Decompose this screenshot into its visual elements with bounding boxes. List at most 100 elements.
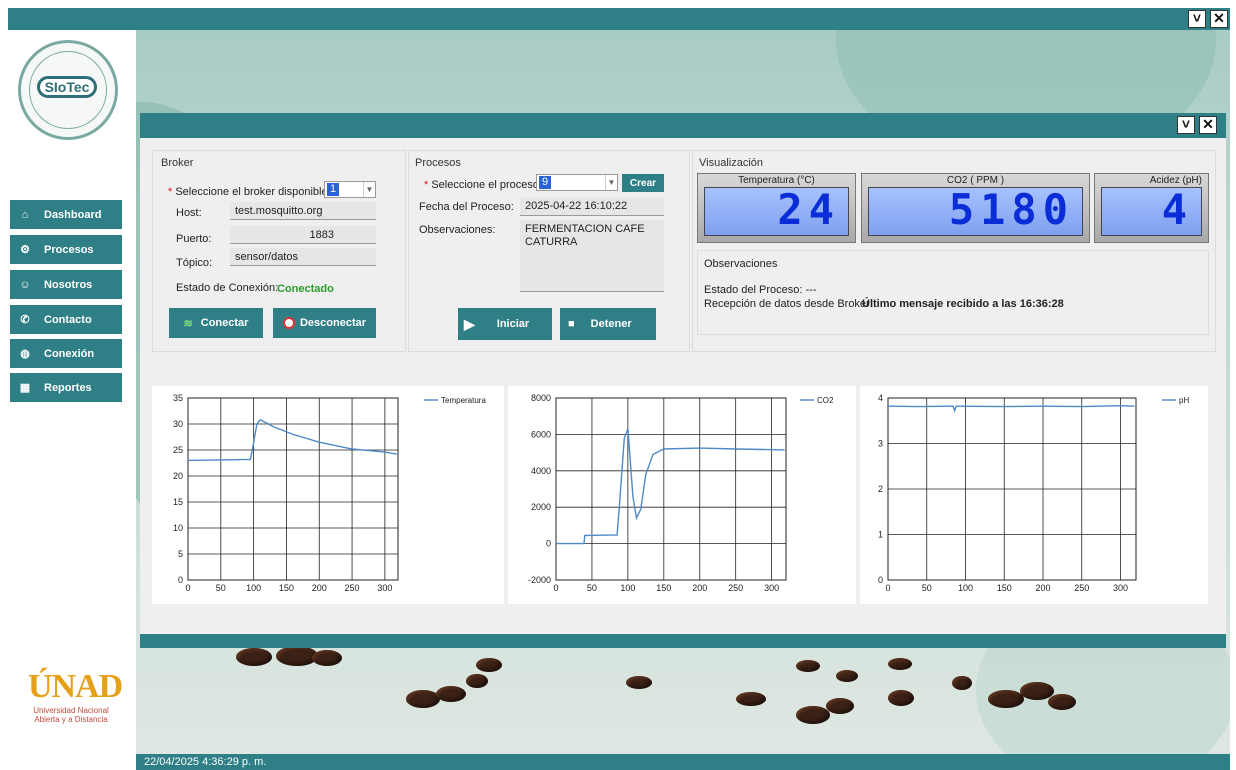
process-select-label: * Seleccione el proceso: (424, 179, 543, 191)
x-tick-label: 100 (958, 583, 973, 593)
process-state-label: Estado del Proceso: --- (704, 284, 817, 296)
wifi-icon: ≋ (183, 317, 193, 330)
siotec-logo-text: SIoTec (37, 76, 97, 98)
y-tick-label: 25 (173, 445, 183, 455)
topic-label: Tópico: (176, 257, 213, 269)
inner-minimize-button[interactable]: ˅ (1177, 116, 1195, 134)
status-bar: 22/04/2025 4:36:29 p. m. (136, 754, 1230, 770)
disconnect-button[interactable]: Desconectar (273, 308, 376, 338)
x-tick-label: 250 (1074, 583, 1089, 593)
users-icon: ☺ (19, 278, 31, 291)
close-icon: ✕ (1213, 10, 1225, 26)
series-line (187, 418, 397, 462)
process-window-footer (140, 634, 1226, 648)
y-tick-label: 5 (178, 549, 183, 559)
stop-icon: ■ (568, 318, 575, 330)
x-tick-label: 150 (656, 583, 671, 593)
close-icon: ✕ (1202, 116, 1214, 132)
y-tick-label: 1 (878, 530, 883, 540)
y-tick-label: 30 (173, 419, 183, 429)
ph-gauge-value: 4 (1101, 187, 1202, 236)
co2-gauge-value: 5180 (868, 187, 1083, 236)
broker-select[interactable]: 1 ▼ (324, 181, 376, 198)
y-tick-label: 20 (173, 471, 183, 481)
x-tick-label: 0 (885, 583, 890, 593)
y-tick-label: 6000 (531, 429, 551, 439)
connection-state-label: Estado de Conexión: (176, 282, 279, 294)
process-window-title-bar: ˅ ✕ (140, 113, 1226, 138)
x-tick-label: 150 (279, 583, 294, 593)
nav-contacto[interactable]: ✆ Contacto (10, 305, 122, 334)
temperature-gauge-value: 24 (704, 187, 849, 236)
process-date-field[interactable]: 2025-04-22 16:10:22 (520, 197, 664, 216)
topic-field[interactable]: sensor/datos (230, 248, 376, 266)
connection-state-value: Conectado (277, 283, 334, 295)
y-tick-label: 15 (173, 497, 183, 507)
x-tick-label: 150 (997, 583, 1012, 593)
x-tick-label: 250 (345, 583, 360, 593)
visualization-title: Visualización (699, 157, 764, 169)
x-tick-label: 50 (587, 583, 597, 593)
nav-nosotros[interactable]: ☺ Nosotros (10, 270, 122, 299)
port-field[interactable]: 1883 (230, 226, 376, 244)
temperature-gauge: Temperatura (°C) 24 (697, 173, 856, 243)
ph-gauge: Acidez (pH) 4 (1094, 173, 1209, 243)
x-tick-label: 300 (764, 583, 779, 593)
y-tick-label: 3 (878, 439, 883, 449)
co2-chart-svg: 0 50 100 150 200 250 300-200002000400060008000… (528, 393, 834, 593)
x-tick-label: 50 (922, 583, 932, 593)
stop-button[interactable]: ■ Detener (560, 308, 656, 340)
play-icon: ▶ (464, 315, 475, 332)
chevron-down-icon: ˅ (1181, 116, 1191, 132)
co2-gauge: CO2 ( PPM ) 5180 (861, 173, 1090, 243)
y-tick-label: 0 (878, 575, 883, 585)
host-label: Host: (176, 207, 202, 219)
y-tick-label: -2000 (528, 575, 551, 585)
ph-chart-svg: 0 50 100 150 200 250 300 0 1 2 3 4 pH (878, 393, 1189, 593)
app-title-bar: ˅ ✕ (8, 8, 1230, 30)
nav-dashboard[interactable]: ⌂ Dashboard (10, 200, 122, 229)
phone-icon: ✆ (20, 314, 30, 326)
create-process-button[interactable]: Crear (622, 174, 664, 192)
reception-label: Recepción de datos desde Broker: (704, 298, 873, 310)
series-line (887, 404, 1135, 413)
y-tick-label: 8000 (531, 393, 551, 403)
calculator-icon: ▦ (19, 382, 31, 394)
broker-select-label: * Seleccione el broker disponible: (168, 186, 331, 198)
x-tick-label: 100 (620, 583, 635, 593)
x-tick-label: 100 (246, 583, 261, 593)
legend-label: Temperatura (441, 396, 486, 405)
unad-logo: ÚNAD Universidad Nacional Abierta y a Di… (28, 668, 123, 738)
ph-chart: 0 50 100 150 200 250 300 0 1 2 3 4 pH (860, 386, 1208, 604)
broker-select-value: 1 (327, 183, 340, 196)
x-tick-label: 200 (312, 583, 327, 593)
nav-conexion[interactable]: ◍ Conexión (10, 339, 122, 368)
process-select[interactable]: 9 ▼ (536, 174, 618, 191)
gear-icon: ⚙ (20, 244, 30, 256)
chevron-down-icon: ▼ (363, 182, 375, 197)
temperature-chart-svg: 0 50 100 150 200 250 300 0 5 10 15 20 25 30 35 Temperat… (173, 393, 486, 593)
home-icon: ⌂ (21, 208, 29, 221)
x-tick-label: 0 (553, 583, 558, 593)
start-button[interactable]: ▶ Iniciar (458, 308, 552, 340)
inner-close-button[interactable]: ✕ (1199, 116, 1217, 134)
connect-button[interactable]: ≋ Conectar (169, 308, 263, 338)
y-tick-label: 2000 (531, 502, 551, 512)
x-tick-label: 300 (1113, 583, 1128, 593)
x-tick-label: 200 (692, 583, 707, 593)
series-line (556, 428, 785, 545)
nav-procesos[interactable]: ⚙ Procesos (10, 235, 122, 264)
close-button[interactable]: ✕ (1210, 10, 1228, 28)
legend-label: CO2 (817, 396, 834, 405)
process-observations-label: Observaciones: (419, 224, 496, 236)
co2-chart: 0 50 100 150 200 250 300 -2000 0 2000 4000 6000 8000… (508, 386, 856, 604)
x-tick-label: 300 (377, 583, 392, 593)
nav-reportes[interactable]: ▦ Reportes (10, 373, 122, 402)
chevron-down-icon: ˅ (1192, 10, 1202, 26)
temperature-chart: 0 50 100 150 200 250 300 0 5 10 15 20 25 30 35 Temperat… (152, 386, 504, 604)
chevron-down-icon: ▼ (605, 175, 617, 190)
minimize-button[interactable]: ˅ (1188, 10, 1206, 28)
visualization-observations-title: Observaciones (704, 258, 778, 270)
host-field[interactable]: test.mosquitto.org (230, 202, 376, 220)
process-observations-field[interactable]: FERMENTACION CAFE CATURRA (520, 220, 664, 292)
